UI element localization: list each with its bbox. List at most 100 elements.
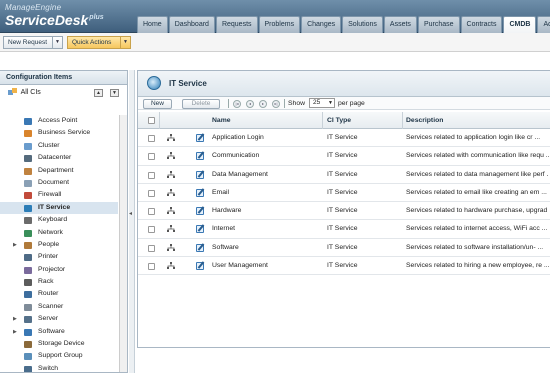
sidebar-item-keyboard[interactable]: Keyboard <box>0 214 118 226</box>
edit-icon[interactable] <box>196 243 204 252</box>
tab-dashboard[interactable]: Dashboard <box>168 16 215 33</box>
table-row[interactable]: User Management IT Service Services relate… <box>138 257 550 276</box>
move-down-icon[interactable]: ▼ <box>110 89 119 97</box>
relationship-map-icon[interactable] <box>167 243 175 252</box>
row-checkbox[interactable] <box>148 153 155 161</box>
all-cis-item[interactable]: All CIs ▲ ▼ <box>0 85 127 101</box>
ci-name[interactable]: Hardware <box>212 202 241 220</box>
sidebar-item-rack[interactable]: Rack <box>0 276 118 288</box>
first-page-icon[interactable]: |◂ <box>233 100 241 108</box>
delete-button[interactable]: Delete <box>182 99 220 109</box>
edit-icon[interactable] <box>196 225 204 234</box>
expand-arrow-icon[interactable]: ▶ <box>13 313 17 325</box>
sidebar-item-document[interactable]: Document <box>0 177 118 189</box>
table-row[interactable]: Application Login IT Service Services rela… <box>138 129 550 148</box>
row-checkbox[interactable] <box>148 135 155 142</box>
row-checkbox[interactable] <box>148 244 155 252</box>
sidebar-item-access-point[interactable]: Access Point <box>0 115 118 127</box>
sidebar-item-server[interactable]: ▶ Server <box>0 313 118 325</box>
sidebar-scrollbar[interactable] <box>119 115 127 372</box>
sidebar-item-router[interactable]: Router <box>0 288 118 300</box>
tab-admin[interactable]: Admin <box>537 16 550 33</box>
table-row[interactable]: Hardware IT Service Services related to ha… <box>138 202 550 221</box>
prev-page-icon[interactable]: ◂ <box>246 100 254 108</box>
table-row[interactable]: Email IT Service Services related to email… <box>138 184 550 203</box>
chevron-down-icon[interactable]: ▼ <box>120 37 130 48</box>
next-page-icon[interactable]: ▸ <box>259 100 267 108</box>
edit-icon[interactable] <box>196 188 204 197</box>
ci-name[interactable]: User Management <box>212 257 268 275</box>
row-checkbox[interactable] <box>148 189 155 197</box>
edit-icon[interactable] <box>196 134 204 142</box>
globe-icon <box>147 76 161 90</box>
table-row[interactable]: Software IT Service Services related to so… <box>138 239 550 258</box>
row-checkbox[interactable] <box>148 263 155 271</box>
sidebar-item-projector[interactable]: Projector <box>0 264 118 276</box>
sidebar-item-department[interactable]: Department <box>0 165 118 177</box>
relationship-map-icon[interactable] <box>167 152 175 160</box>
row-checkbox[interactable] <box>148 226 155 234</box>
sidebar-item-firewall[interactable]: Firewall <box>0 189 118 201</box>
sidebar-item-label: Storage Device <box>38 340 85 348</box>
sidebar-item-it-service[interactable]: IT Service <box>0 201 118 215</box>
chevron-down-icon[interactable]: ▼ <box>52 37 62 48</box>
relationship-map-icon[interactable] <box>167 170 175 179</box>
ci-name[interactable]: Application Login <box>212 129 264 147</box>
top-header: ManageEngine ServiceDeskplus Home Dashboa… <box>0 0 550 33</box>
tab-purchase[interactable]: Purchase <box>417 16 460 33</box>
row-checkbox[interactable] <box>148 171 155 179</box>
sidebar-item-network[interactable]: Network <box>0 227 118 239</box>
edit-icon[interactable] <box>196 170 204 179</box>
edit-icon[interactable] <box>196 262 204 271</box>
ci-name[interactable]: Data Management <box>212 166 268 184</box>
tab-requests[interactable]: Requests <box>215 16 258 33</box>
sidebar-item-support-group[interactable]: Support Group <box>0 350 118 362</box>
tab-home[interactable]: Home <box>137 16 168 33</box>
sidebar-item-datacenter[interactable]: Datacenter <box>0 152 118 164</box>
relationship-map-icon[interactable] <box>167 134 175 142</box>
new-request-button[interactable]: New Request ▼ <box>3 36 63 49</box>
sidebar-item-software[interactable]: ▶ Software <box>0 326 118 338</box>
relationship-map-icon[interactable] <box>167 188 175 197</box>
table-row[interactable]: Data Management IT Service Services relate… <box>138 166 550 184</box>
expand-arrow-icon[interactable]: ▶ <box>13 239 17 251</box>
last-page-icon[interactable]: ▸| <box>272 100 280 108</box>
tab-assets[interactable]: Assets <box>383 16 417 33</box>
sidebar-item-printer[interactable]: Printer <box>0 251 118 263</box>
row-checkbox[interactable] <box>148 208 155 216</box>
sidebar-item-storage-device[interactable]: Storage Device <box>0 338 118 350</box>
sidebar-item-scanner[interactable]: Scanner <box>0 301 118 313</box>
tab-contracts[interactable]: Contracts <box>460 16 503 33</box>
panel-splitter[interactable]: ◂ <box>129 70 135 373</box>
table-row[interactable]: Communication IT Service Services related … <box>138 147 550 166</box>
ci-name[interactable]: Communication <box>212 147 259 165</box>
ci-type: IT Service <box>327 207 358 215</box>
column-ci-type[interactable]: CI Type <box>327 112 351 129</box>
sidebar-item-people[interactable]: ▶ People <box>0 239 118 251</box>
edit-icon[interactable] <box>196 152 204 161</box>
tab-cmdb[interactable]: CMDB <box>503 16 537 33</box>
column-name[interactable]: Name <box>212 112 231 129</box>
table-row[interactable]: Internet IT Service Services related to in… <box>138 220 550 239</box>
tab-solutions[interactable]: Solutions <box>342 16 383 33</box>
tab-changes[interactable]: Changes <box>301 16 342 33</box>
page-size-select[interactable]: 25 ▼ <box>309 98 335 108</box>
relationship-map-icon[interactable] <box>167 262 175 270</box>
sidebar-item-switch[interactable]: Switch <box>0 363 118 372</box>
collapse-icon[interactable]: ◂ <box>129 210 132 217</box>
edit-icon[interactable] <box>196 207 204 216</box>
select-all-checkbox[interactable] <box>148 117 155 124</box>
sidebar-item-cluster[interactable]: Cluster <box>0 140 118 152</box>
tab-problems[interactable]: Problems <box>258 16 301 33</box>
expand-arrow-icon[interactable]: ▶ <box>13 326 17 338</box>
ci-name[interactable]: Internet <box>212 220 235 238</box>
ci-name[interactable]: Software <box>212 239 239 257</box>
new-button[interactable]: New <box>143 99 172 109</box>
sidebar-item-business-service[interactable]: Business Service <box>0 127 118 139</box>
move-up-icon[interactable]: ▲ <box>94 89 103 97</box>
column-description[interactable]: Description <box>406 112 549 129</box>
relationship-map-icon[interactable] <box>167 225 175 233</box>
quick-actions-button[interactable]: Quick Actions ▼ <box>67 36 131 49</box>
ci-name[interactable]: Email <box>212 184 229 202</box>
relationship-map-icon[interactable] <box>167 207 175 215</box>
